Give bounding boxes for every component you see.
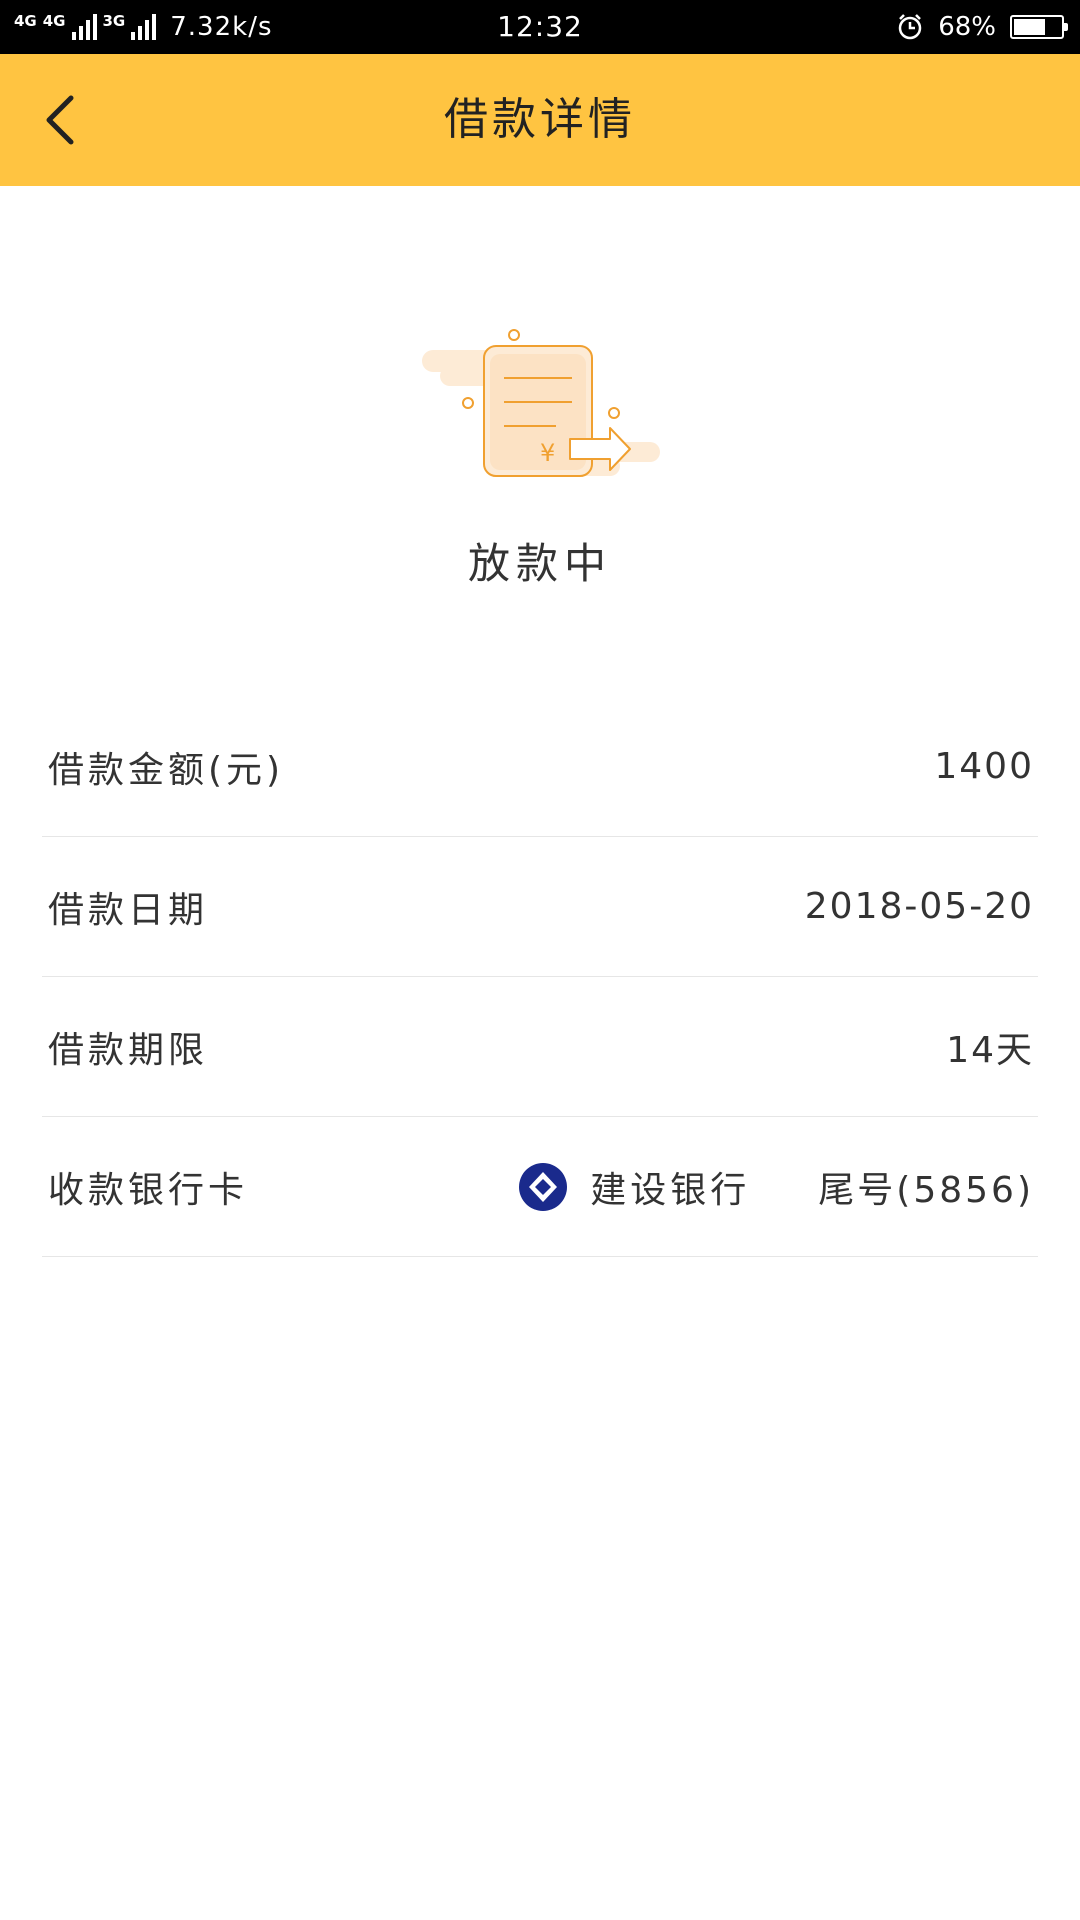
status-bar-right: 68% xyxy=(896,0,1068,54)
status-bar: 4G 4G 3G 7.32k/s 12:32 68% xyxy=(0,0,1080,54)
detail-row-bank-card: 收款银行卡 建设银行 尾号(5856) xyxy=(42,1117,1038,1257)
bank-card-label: 收款银行卡 xyxy=(48,1169,249,1211)
detail-row-term: 借款期限 14天 xyxy=(42,977,1038,1117)
amount-label: 借款金额(元) xyxy=(48,749,285,791)
battery-fill xyxy=(1014,19,1046,35)
app-header: 借款详情 xyxy=(0,54,1080,186)
term-label: 借款期限 xyxy=(48,1029,209,1071)
detail-row-amount: 借款金额(元) 1400 xyxy=(42,697,1038,837)
document-transfer-icon: ¥ xyxy=(410,320,670,490)
detail-row-date: 借款日期 2018-05-20 xyxy=(42,837,1038,977)
bank-name: 建设银行 xyxy=(590,1169,751,1211)
term-value: 14天 xyxy=(946,1029,1034,1071)
battery-icon xyxy=(1010,15,1068,39)
alarm-icon xyxy=(896,13,924,41)
card-tail-number: 尾号(5856) xyxy=(818,1169,1034,1211)
page-title: 借款详情 xyxy=(444,94,636,145)
amount-value: 1400 xyxy=(934,746,1034,787)
loan-details-list: 借款金额(元) 1400 借款日期 2018-05-20 借款期限 14天 收款… xyxy=(42,697,1038,1257)
svg-text:¥: ¥ xyxy=(540,439,555,467)
ccb-logo-icon xyxy=(519,1162,568,1211)
bank-card-value: 建设银行 尾号(5856) xyxy=(518,1161,1038,1213)
battery-percentage: 68% xyxy=(938,12,996,42)
date-label: 借款日期 xyxy=(48,889,209,931)
date-value: 2018-05-20 xyxy=(804,886,1034,927)
loan-status-text: 放款中 xyxy=(467,539,612,588)
